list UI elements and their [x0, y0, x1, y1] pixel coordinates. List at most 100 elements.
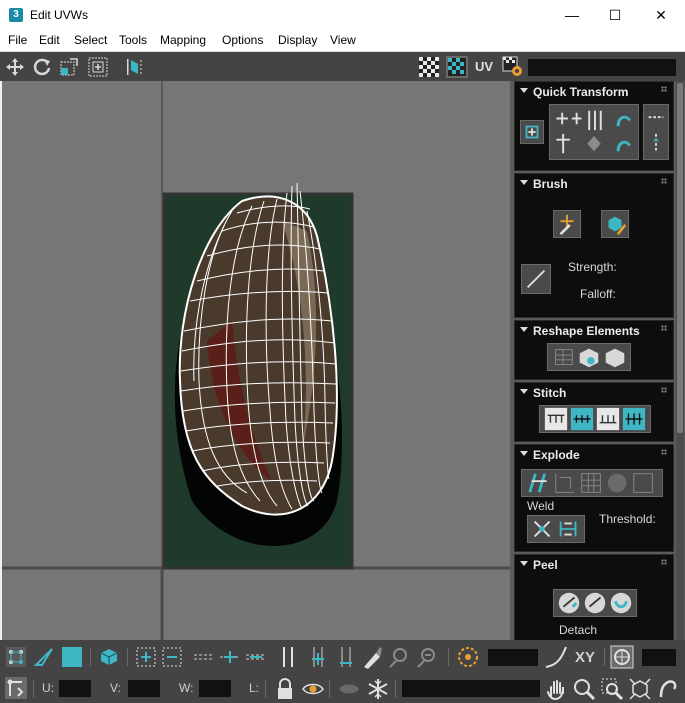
paint-move-button[interactable]: [553, 210, 581, 238]
paint-grow-icon[interactable]: [386, 645, 410, 669]
loop-shrink-icon[interactable]: [244, 645, 268, 669]
rotate-icon[interactable]: [31, 56, 53, 78]
uv-viewport[interactable]: [2, 81, 510, 640]
collapse-arrow-icon[interactable]: [520, 88, 528, 93]
separator: [448, 648, 449, 666]
collapse-arrow-icon[interactable]: [520, 451, 528, 456]
pan-icon[interactable]: [544, 677, 568, 701]
rollout-title[interactable]: Quick Transform: [533, 85, 628, 99]
face-select-icon[interactable]: [60, 645, 84, 669]
falloff-curve-icon[interactable]: [544, 645, 568, 669]
collapse-arrow-icon[interactable]: [520, 389, 528, 394]
collapse-arrow-icon[interactable]: [520, 180, 528, 185]
u-field[interactable]: [59, 680, 91, 697]
zoom-icon[interactable]: [572, 677, 596, 701]
rollout-stitch: Stitch: [514, 382, 674, 442]
menu-display[interactable]: Display: [278, 33, 317, 47]
paint-shrink-icon[interactable]: [414, 645, 438, 669]
grip-icon[interactable]: [661, 325, 667, 331]
lock-icon[interactable]: [273, 677, 297, 701]
grip-icon[interactable]: [661, 449, 667, 455]
maximize-button[interactable]: ☐: [592, 0, 638, 30]
align-grid-button[interactable]: [549, 104, 639, 160]
u-label: U:: [42, 681, 54, 695]
ring-shrink-icon[interactable]: [334, 645, 358, 669]
element-field[interactable]: [642, 649, 676, 666]
scrollbar-thumb[interactable]: [677, 83, 683, 433]
grip-icon[interactable]: [661, 86, 667, 92]
edge-select-icon[interactable]: [32, 645, 56, 669]
explode-buttons[interactable]: [521, 469, 663, 497]
vertex-select-icon[interactable]: [4, 645, 28, 669]
scale-icon[interactable]: [58, 56, 80, 78]
freeform-icon[interactable]: [87, 56, 109, 78]
ring-select-icon[interactable]: [276, 645, 300, 669]
snap-icon[interactable]: [656, 677, 680, 701]
grip-icon[interactable]: [661, 387, 667, 393]
grip-icon[interactable]: [661, 178, 667, 184]
menu-tools[interactable]: Tools: [119, 33, 147, 47]
brush-falloff-button[interactable]: [521, 264, 551, 294]
reshape-buttons[interactable]: [547, 343, 631, 371]
rollout-title[interactable]: Peel: [533, 558, 558, 572]
loop-select-icon[interactable]: [192, 645, 216, 669]
align-center-button[interactable]: [520, 120, 544, 144]
loop-grow-icon[interactable]: [218, 645, 242, 669]
close-button[interactable]: ✕: [638, 0, 684, 30]
ring-grow-icon[interactable]: [306, 645, 330, 669]
grip-icon[interactable]: [661, 559, 667, 565]
move-icon[interactable]: [4, 56, 26, 78]
hide-icon[interactable]: [301, 677, 325, 701]
checker-icon[interactable]: [418, 56, 440, 78]
menu-file[interactable]: File: [8, 33, 27, 47]
space-button[interactable]: [643, 104, 669, 160]
bottom-toolbar-selection: XY: [0, 640, 685, 674]
rollout-explode: Explode Weld Threshold:: [514, 444, 674, 552]
menu-options[interactable]: Options: [222, 33, 263, 47]
collapse-arrow-icon[interactable]: [520, 561, 528, 566]
rollout-reshape-elements: Reshape Elements: [514, 320, 674, 380]
xy-label[interactable]: XY: [575, 649, 595, 666]
menu-select[interactable]: Select: [74, 33, 107, 47]
select-by-element-icon[interactable]: [610, 645, 634, 669]
top-field[interactable]: [528, 59, 676, 76]
freeze-icon[interactable]: [366, 677, 390, 701]
settings-icon[interactable]: [502, 56, 524, 78]
soft-selection-value[interactable]: [488, 649, 538, 666]
soft-selection-icon[interactable]: [456, 645, 480, 669]
panel-scrollbar[interactable]: [676, 81, 684, 640]
separator: [33, 680, 34, 698]
rollout-peel: Peel Detach: [514, 554, 674, 640]
collapse-arrow-icon[interactable]: [520, 327, 528, 332]
menu-mapping[interactable]: Mapping: [160, 33, 206, 47]
menu-view[interactable]: View: [330, 33, 356, 47]
zoom-region-icon[interactable]: [600, 677, 624, 701]
stitch-buttons[interactable]: [539, 405, 651, 433]
rollout-title[interactable]: Explode: [533, 448, 580, 462]
separator: [90, 648, 91, 666]
weld-buttons[interactable]: [527, 515, 585, 543]
threshold-label: Threshold:: [599, 512, 656, 526]
filter-field[interactable]: [402, 680, 540, 697]
relax-brush-button[interactable]: [601, 210, 629, 238]
uv-canvas[interactable]: [2, 81, 510, 640]
unhide-icon[interactable]: [337, 677, 361, 701]
uv-label[interactable]: UV: [475, 59, 493, 74]
paint-select-icon[interactable]: [360, 645, 384, 669]
v-field[interactable]: [128, 680, 160, 697]
checker-map-icon[interactable]: [446, 56, 468, 78]
grow-selection-icon[interactable]: [134, 645, 158, 669]
menu-edit[interactable]: Edit: [39, 33, 60, 47]
bottom-toolbar-transform: U: V: W: L:: [0, 674, 685, 703]
shrink-selection-icon[interactable]: [160, 645, 184, 669]
rollout-title[interactable]: Brush: [533, 177, 568, 191]
peel-buttons[interactable]: [553, 589, 637, 617]
rollout-title[interactable]: Stitch: [533, 386, 566, 400]
zoom-extents-icon[interactable]: [628, 677, 652, 701]
minimize-button[interactable]: —: [549, 0, 595, 30]
rollout-title[interactable]: Reshape Elements: [533, 324, 640, 338]
mirror-icon[interactable]: [122, 56, 144, 78]
absolute-mode-icon[interactable]: [4, 676, 28, 700]
element-select-icon[interactable]: [97, 645, 121, 669]
w-field[interactable]: [199, 680, 231, 697]
